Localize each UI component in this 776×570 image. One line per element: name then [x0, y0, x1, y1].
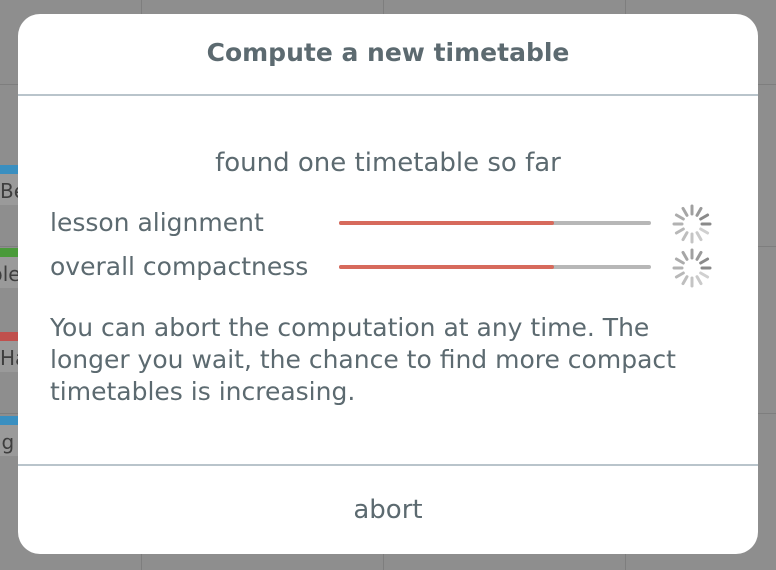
spinner-tick — [674, 213, 685, 221]
spinner-tick — [695, 250, 703, 261]
background-lesson-cell: ble — [0, 248, 18, 288]
loading-spinner-icon — [672, 248, 712, 288]
background-lesson-cell: Be — [0, 165, 18, 205]
background-lesson-cell: ig — [0, 416, 18, 456]
spinner-tick — [674, 227, 685, 235]
spinner-tick — [699, 271, 710, 279]
loading-spinner-icon — [672, 204, 712, 244]
metric-row-lesson-alignment: lesson alignment — [50, 204, 730, 244]
progress-bar — [339, 265, 651, 269]
lesson-color-stripe — [0, 248, 18, 257]
spinner-tick — [699, 227, 710, 235]
progress-fill — [339, 265, 555, 269]
lesson-color-stripe — [0, 165, 18, 174]
spinner-tick — [681, 206, 689, 217]
compute-timetable-dialog: Compute a new timetable found one timeta… — [18, 14, 758, 554]
spinner-tick — [699, 213, 710, 221]
lesson-color-stripe — [0, 416, 18, 425]
background-lesson-text: Be — [0, 179, 18, 203]
spinner-tick — [699, 257, 710, 265]
spinner-tick — [695, 275, 703, 286]
metric-row-overall-compactness: overall compactness — [50, 248, 730, 288]
progress-fill — [339, 221, 555, 225]
progress-bar — [339, 221, 651, 225]
spinner-tick — [695, 231, 703, 242]
status-text: found one timetable so far — [215, 148, 561, 178]
abort-hint-text: You can abort the computation at any tim… — [50, 313, 676, 406]
metric-label: overall compactness — [50, 252, 309, 281]
background-lesson-text: ig — [0, 430, 15, 454]
background-lesson-cell: Ha — [0, 332, 18, 372]
spinner-tick — [681, 250, 689, 261]
spinner-tick — [681, 231, 689, 242]
spinner-tick — [674, 271, 685, 279]
dialog-header: Compute a new timetable — [18, 14, 758, 96]
spinner-tick — [695, 206, 703, 217]
spinner-tick — [681, 275, 689, 286]
background-lesson-text: Ha — [0, 346, 18, 370]
metric-label: lesson alignment — [50, 208, 264, 237]
abort-button[interactable]: abort — [18, 466, 758, 554]
dialog-title: Compute a new timetable — [206, 37, 570, 67]
spinner-tick — [674, 257, 685, 265]
dialog-footer: abort — [18, 464, 758, 554]
lesson-color-stripe — [0, 332, 18, 341]
background-lesson-text: ble — [0, 262, 18, 286]
